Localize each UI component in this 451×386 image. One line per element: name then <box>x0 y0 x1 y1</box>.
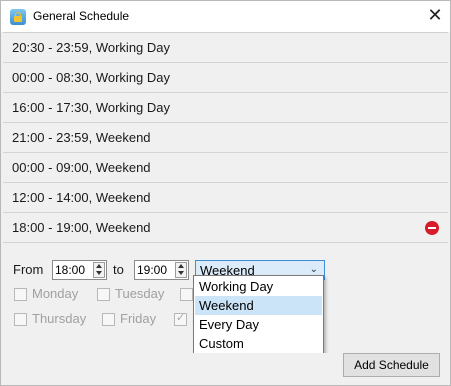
tuesday-checkbox[interactable] <box>97 288 110 301</box>
dropdown-option[interactable]: Custom <box>195 334 322 353</box>
dropdown-option[interactable]: Working Day <box>195 277 322 296</box>
schedule-row-label: 18:00 - 19:00, Weekend <box>12 220 151 235</box>
dropdown-option-selected[interactable]: Weekend <box>195 296 322 315</box>
schedule-window: General Schedule ✕ 20:30 - 23:59, Workin… <box>0 0 451 386</box>
thursday-checkbox[interactable] <box>14 313 27 326</box>
window-title: General Schedule <box>33 9 130 23</box>
schedule-row-label: 21:00 - 23:59, Weekend <box>12 130 151 145</box>
schedule-row-label: 20:30 - 23:59, Working Day <box>12 40 171 55</box>
wednesday-checkbox[interactable] <box>180 288 193 301</box>
schedule-row[interactable]: 12:00 - 14:00, Weekend <box>3 183 448 213</box>
monday-checkbox[interactable] <box>14 288 27 301</box>
close-icon[interactable]: ✕ <box>420 1 450 32</box>
dropdown-option[interactable]: Every Day <box>195 315 322 334</box>
title-bar: General Schedule ✕ <box>1 1 450 32</box>
lock-icon <box>10 9 26 25</box>
schedule-row-label: 00:00 - 08:30, Working Day <box>12 70 171 85</box>
remove-icon[interactable] <box>425 221 439 235</box>
from-label: From <box>13 262 44 277</box>
tuesday-label: Tuesday <box>115 286 165 301</box>
to-time-value: 19:00 <box>137 263 168 277</box>
saturday-checkbox[interactable] <box>174 311 187 326</box>
schedule-row[interactable]: 21:00 - 23:59, Weekend <box>3 123 448 153</box>
thursday-label: Thursday <box>32 311 87 326</box>
friday-label: Friday <box>120 311 157 326</box>
schedule-row[interactable]: 00:00 - 09:00, Weekend <box>3 153 448 183</box>
schedule-row[interactable]: 00:00 - 08:30, Working Day <box>3 63 448 93</box>
from-time-value: 18:00 <box>55 263 86 277</box>
schedule-row[interactable]: 20:30 - 23:59, Working Day <box>3 33 448 63</box>
monday-label: Monday <box>32 286 79 301</box>
to-time-spinner[interactable]: 19:00 <box>134 260 189 280</box>
schedule-row-label: 12:00 - 14:00, Weekend <box>12 190 151 205</box>
schedule-type-dropdown: Working Day Weekend Every Day Custom <box>193 275 324 355</box>
add-schedule-button[interactable]: Add Schedule <box>343 353 440 377</box>
chevron-down-icon: ⌄ <box>309 264 318 275</box>
to-label: to <box>113 262 124 277</box>
friday-checkbox[interactable] <box>102 313 115 326</box>
schedule-row-label: 00:00 - 09:00, Weekend <box>12 160 151 175</box>
spinner-arrows-icon[interactable] <box>93 262 105 278</box>
from-time-spinner[interactable]: 18:00 <box>52 260 107 280</box>
schedule-row-label: 16:00 - 17:30, Working Day <box>12 100 171 115</box>
spinner-arrows-icon[interactable] <box>175 262 187 278</box>
footer: Add Schedule <box>1 353 450 385</box>
schedule-row-active[interactable]: 18:00 - 19:00, Weekend <box>3 213 448 243</box>
schedule-row[interactable]: 16:00 - 17:30, Working Day <box>3 93 448 123</box>
